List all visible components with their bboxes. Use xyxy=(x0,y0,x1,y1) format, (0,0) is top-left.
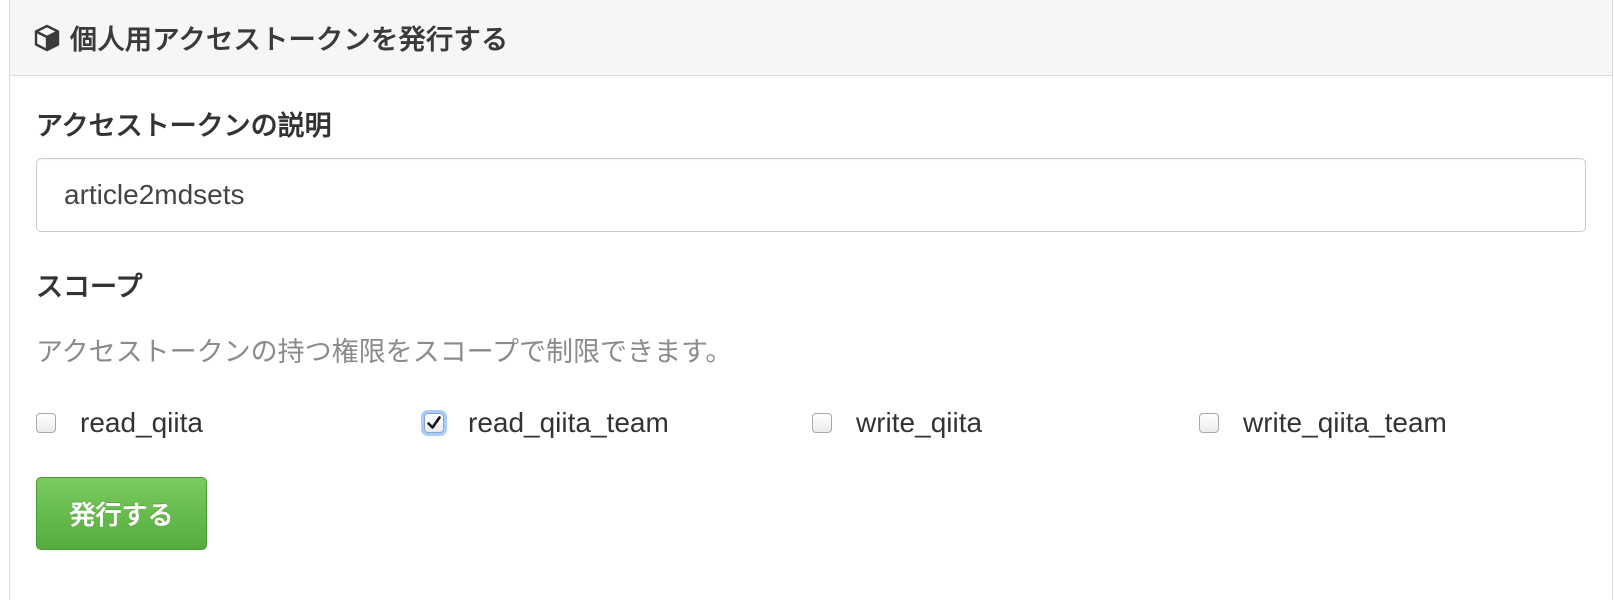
checkbox-checked[interactable] xyxy=(424,413,444,433)
checkbox[interactable] xyxy=(36,413,56,433)
issue-token-button[interactable]: 発行する xyxy=(36,477,207,550)
scope-checkbox-read-qiita[interactable]: read_qiita xyxy=(36,405,203,441)
checkbox[interactable] xyxy=(1199,413,1219,433)
panel-heading: 個人用アクセストークンを発行する xyxy=(10,0,1612,76)
description-label: アクセストークンの説明 xyxy=(36,111,332,142)
scope-checkbox-write-qiita[interactable]: write_qiita xyxy=(812,405,982,441)
scope-label-read-qiita-team: read_qiita_team xyxy=(468,407,669,438)
scope-help-text: アクセストークンの持つ権限をスコープで制限できます。 xyxy=(36,337,733,368)
cube-icon xyxy=(32,23,62,53)
scope-label-write-qiita: write_qiita xyxy=(856,407,983,438)
scope-label-read-qiita: read_qiita xyxy=(80,407,203,438)
check-icon xyxy=(427,416,441,429)
scope-label-write-qiita-team: write_qiita_team xyxy=(1243,407,1447,438)
description-input[interactable] xyxy=(36,158,1586,232)
checkbox[interactable] xyxy=(812,413,832,433)
panel-title: 個人用アクセストークンを発行する xyxy=(70,25,509,56)
scope-checkbox-write-qiita-team[interactable]: write_qiita_team xyxy=(1199,405,1447,441)
scope-label: スコープ xyxy=(36,272,143,303)
scope-checkbox-read-qiita-team[interactable]: read_qiita_team xyxy=(424,405,669,441)
token-panel: 個人用アクセストークンを発行する xyxy=(9,0,1613,600)
